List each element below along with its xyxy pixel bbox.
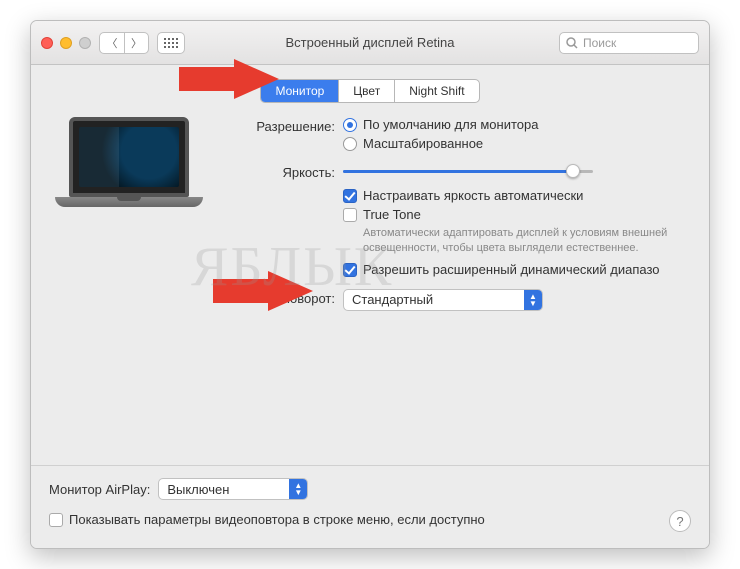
zoom-button[interactable]: [79, 37, 91, 49]
display-thumbnail: [49, 117, 209, 227]
resolution-default-radio[interactable]: По умолчанию для монитора: [343, 117, 691, 132]
hdr-checkbox[interactable]: Разрешить расширенный динамический диапа…: [343, 262, 691, 277]
resolution-scaled-radio[interactable]: Масштабированное: [343, 136, 691, 151]
airplay-popup[interactable]: Выключен ▲▼: [158, 478, 308, 500]
content-area: Монитор Цвет Night Shift Разрешение: По …: [31, 65, 709, 465]
popup-arrows-icon: ▲▼: [289, 479, 307, 499]
search-field[interactable]: Поиск: [559, 32, 699, 54]
back-button[interactable]: 〈: [100, 33, 124, 53]
forward-button[interactable]: 〉: [124, 33, 148, 53]
settings-panel: Разрешение: По умолчанию для монитора Ма…: [225, 117, 691, 319]
true-tone-checkbox[interactable]: True Tone: [343, 207, 691, 222]
popup-arrows-icon: ▲▼: [524, 290, 542, 310]
tab-color[interactable]: Цвет: [338, 80, 394, 102]
resolution-scaled-label: Масштабированное: [363, 136, 483, 151]
show-mirroring-checkbox[interactable]: Показывать параметры видеоповтора в стро…: [49, 512, 485, 527]
airplay-label: Монитор AirPlay:: [49, 482, 150, 497]
show-mirroring-label: Показывать параметры видеоповтора в стро…: [69, 512, 485, 527]
true-tone-label: True Tone: [363, 207, 421, 222]
help-button[interactable]: ?: [669, 510, 691, 532]
rotation-label: Поворот:: [225, 289, 335, 306]
prefs-window: 〈 〉 Встроенный дисплей Retina Поиск Мони…: [30, 20, 710, 549]
footer: Монитор AirPlay: Выключен ▲▼ Показывать …: [31, 465, 709, 548]
rotation-value: Стандартный: [352, 292, 433, 307]
auto-brightness-label: Настраивать яркость автоматически: [363, 188, 583, 203]
true-tone-hint: Автоматически адаптировать дисплей к усл…: [363, 226, 691, 256]
grid-icon: [164, 38, 178, 48]
window-controls: [41, 37, 91, 49]
search-placeholder: Поиск: [583, 36, 616, 50]
titlebar: 〈 〉 Встроенный дисплей Retina Поиск: [31, 21, 709, 65]
close-button[interactable]: [41, 37, 53, 49]
rotation-popup[interactable]: Стандартный ▲▼: [343, 289, 543, 311]
brightness-label: Яркость:: [225, 163, 335, 180]
show-all-button[interactable]: [157, 32, 185, 54]
airplay-value: Выключен: [167, 482, 229, 497]
minimize-button[interactable]: [60, 37, 72, 49]
brightness-slider[interactable]: [343, 163, 593, 179]
auto-brightness-checkbox[interactable]: Настраивать яркость автоматически: [343, 188, 691, 203]
search-icon: [566, 37, 578, 49]
resolution-default-label: По умолчанию для монитора: [363, 117, 538, 132]
resolution-label: Разрешение:: [225, 117, 335, 134]
hdr-label: Разрешить расширенный динамический диапа…: [363, 262, 660, 277]
nav-back-forward: 〈 〉: [99, 32, 149, 54]
tab-monitor[interactable]: Монитор: [261, 80, 338, 102]
tab-segmented-control: Монитор Цвет Night Shift: [260, 79, 479, 103]
tab-night-shift[interactable]: Night Shift: [394, 80, 478, 102]
